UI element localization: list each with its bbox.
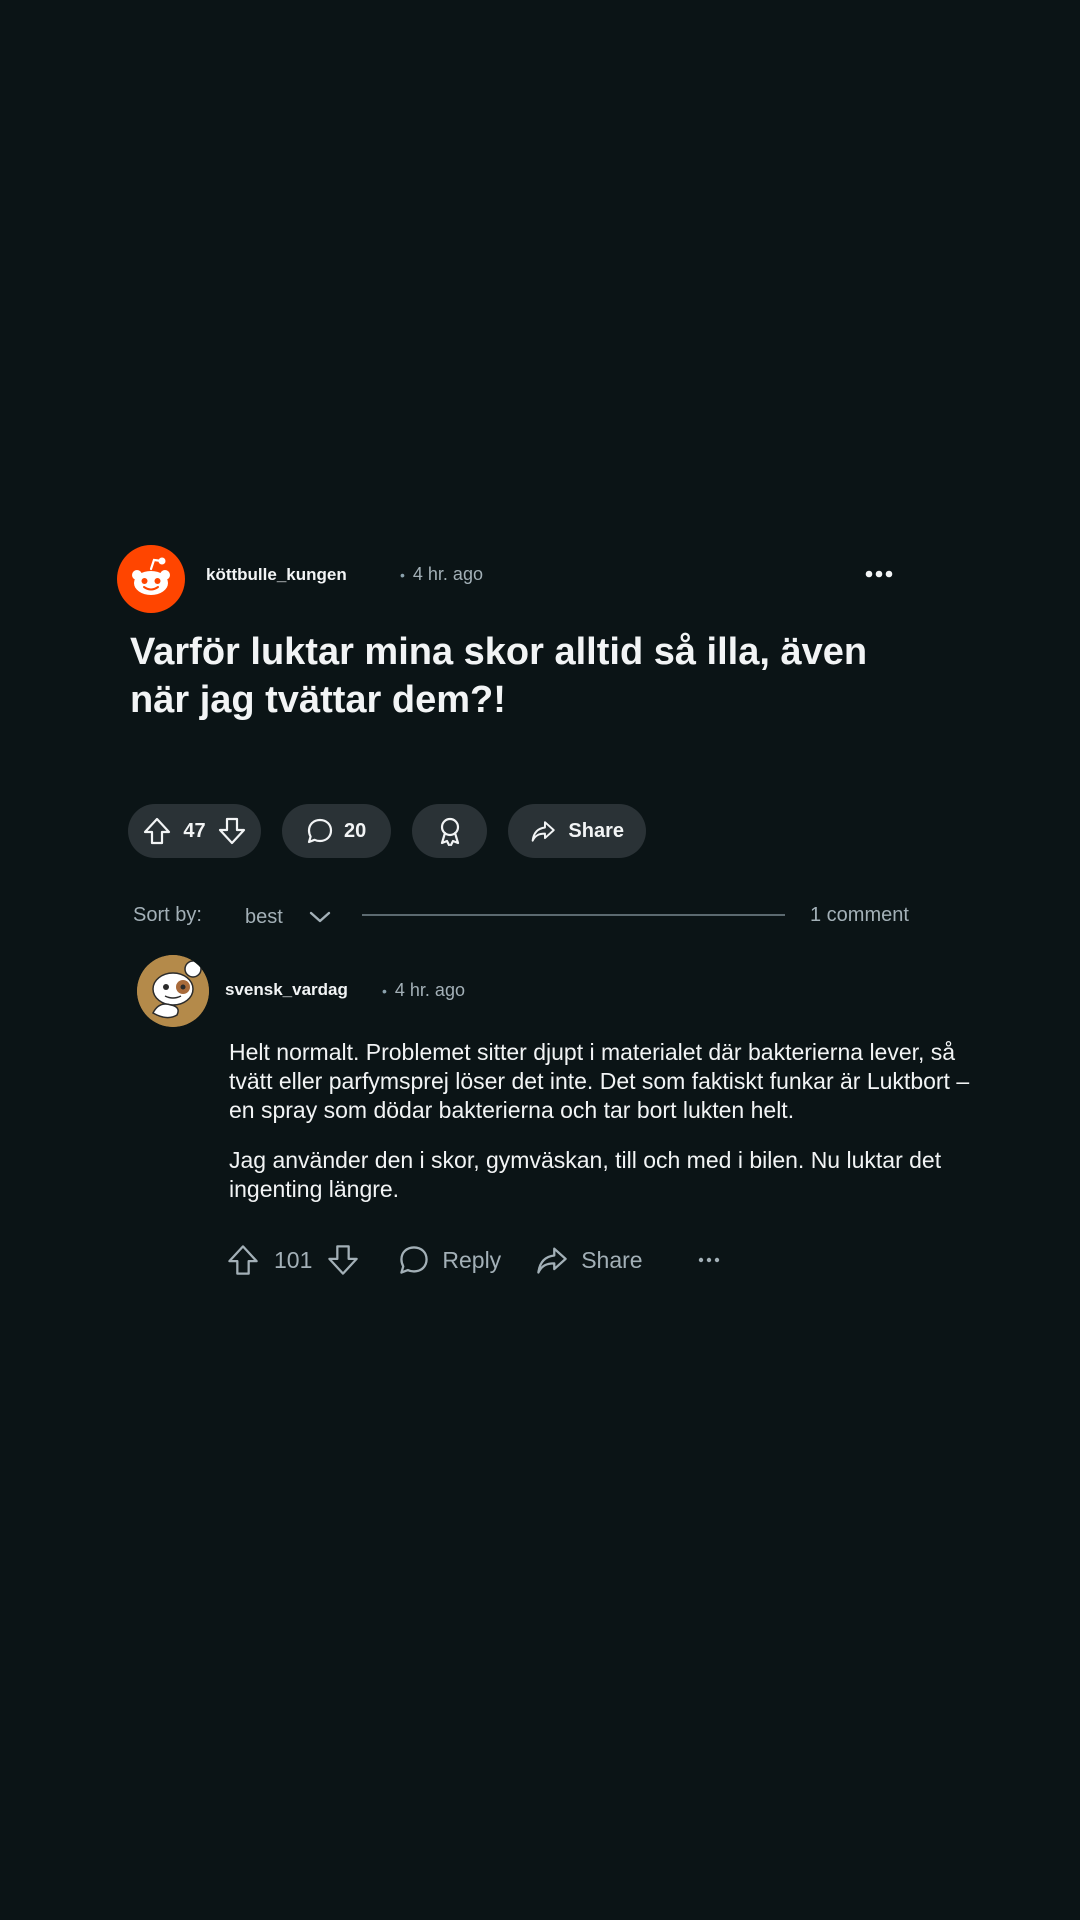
post-timestamp: • 4 hr. ago	[400, 564, 483, 585]
comment-more-button[interactable]	[697, 1255, 721, 1265]
community-avatar[interactable]	[117, 545, 185, 613]
downvote-icon	[328, 1245, 359, 1275]
comment-bubble-icon	[400, 1246, 429, 1274]
comments-button[interactable]: 20	[282, 804, 391, 858]
comment-timestamp: • 4 hr. ago	[382, 980, 465, 1001]
downvote-icon	[218, 817, 246, 845]
upvote-icon	[143, 817, 171, 845]
comment-paragraph: Jag använder den i skor, gymväskan, till…	[229, 1147, 942, 1202]
sort-value: best	[245, 905, 283, 928]
reply-button[interactable]: Reply	[398, 1244, 501, 1276]
comment-bubble-icon	[307, 818, 333, 844]
comment-paragraph: Helt normalt. Problemet sitter djupt i m…	[229, 1039, 970, 1123]
vote-group: 47	[128, 804, 261, 858]
comment-upvote-button[interactable]	[226, 1243, 260, 1277]
post-vote-count: 47	[183, 819, 206, 842]
comment-share-label: Share	[581, 1246, 643, 1273]
avatar[interactable]	[137, 955, 209, 1027]
share-button[interactable]: Share	[508, 804, 646, 858]
upvote-button[interactable]	[142, 816, 172, 846]
downvote-button[interactable]	[217, 816, 247, 846]
more-horizontal-icon	[865, 570, 893, 578]
upvote-icon	[228, 1245, 258, 1275]
sort-dropdown[interactable]: best	[245, 900, 345, 934]
award-button[interactable]	[412, 804, 487, 858]
comment-actions: 101 Reply Share	[226, 1238, 721, 1282]
comment-author[interactable]: svensk_vardag	[225, 980, 348, 1000]
comment-time-text: 4 hr. ago	[394, 980, 465, 1000]
separator-dot: •	[400, 567, 405, 583]
award-icon	[440, 817, 459, 846]
share-arrow-icon	[531, 821, 555, 842]
divider	[362, 914, 785, 916]
reddit-alien-icon	[132, 557, 170, 595]
share-label: Share	[568, 819, 624, 842]
more-horizontal-icon	[698, 1257, 719, 1263]
comment-body: Helt normalt. Problemet sitter djupt i m…	[229, 1038, 989, 1225]
snoo-avatar-icon	[137, 955, 209, 1027]
post-author[interactable]: köttbulle_kungen	[206, 565, 347, 585]
comment-downvote-button[interactable]	[326, 1243, 360, 1277]
comment-count: 20	[344, 819, 367, 842]
comment-total: 1 comment	[810, 904, 909, 926]
share-arrow-icon	[537, 1247, 567, 1274]
reply-label: Reply	[442, 1246, 502, 1273]
comment-vote-count: 101	[274, 1246, 313, 1273]
comment-share-button[interactable]: Share	[535, 1244, 643, 1276]
chevron-down-icon	[309, 911, 331, 923]
sort-label: Sort by:	[133, 904, 202, 926]
post-time-text: 4 hr. ago	[412, 564, 483, 584]
post-more-button[interactable]	[860, 560, 900, 588]
post-title[interactable]: Varför luktar mina skor alltid så illa, …	[130, 628, 910, 724]
separator-dot: •	[382, 983, 387, 999]
